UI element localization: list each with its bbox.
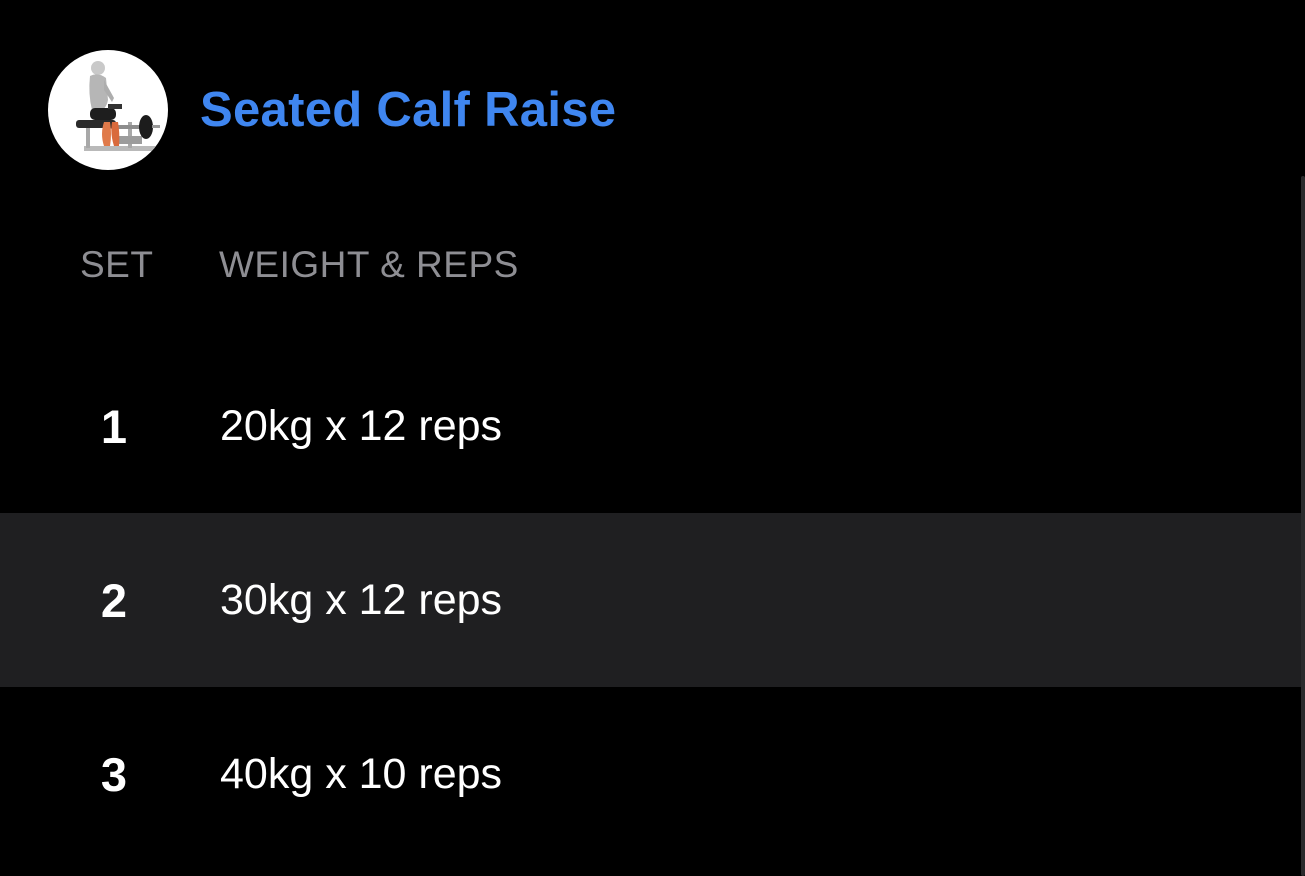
- sets-list: 1 20kg x 12 reps 2 30kg x 12 reps 3 40kg…: [0, 339, 1305, 861]
- seated-calf-raise-icon: [76, 61, 160, 151]
- exercise-header[interactable]: Seated Calf Raise: [48, 50, 616, 170]
- set-number: 3: [100, 747, 128, 801]
- set-weight-reps: 40kg x 10 reps: [220, 749, 503, 798]
- set-weight-reps: 20kg x 12 reps: [220, 401, 503, 450]
- scrollbar[interactable]: [1301, 176, 1305, 876]
- set-row-3[interactable]: 3 40kg x 10 reps: [0, 687, 1305, 861]
- exercise-title[interactable]: Seated Calf Raise: [200, 82, 616, 138]
- set-weight-reps: 30kg x 12 reps: [220, 575, 503, 624]
- exercise-thumbnail[interactable]: [48, 50, 168, 170]
- set-number: 2: [100, 573, 128, 627]
- set-column-header: SET: [80, 244, 154, 285]
- set-row-2[interactable]: 2 30kg x 12 reps: [0, 513, 1305, 687]
- set-row-1[interactable]: 1 20kg x 12 reps: [0, 339, 1305, 513]
- set-number: 1: [100, 399, 128, 453]
- weight-reps-column-header: WEIGHT & REPS: [219, 244, 519, 285]
